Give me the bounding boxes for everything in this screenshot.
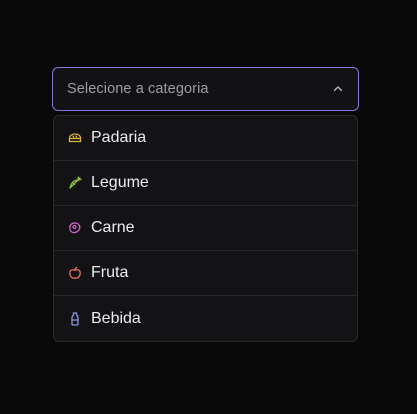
category-select[interactable]: Selecione a categoria <box>52 67 359 111</box>
option-bebida[interactable]: Bebida <box>54 296 357 341</box>
meat-icon <box>67 220 83 236</box>
option-padaria[interactable]: Padaria <box>54 116 357 161</box>
bottle-icon <box>67 311 83 327</box>
chevron-up-icon <box>332 83 344 95</box>
option-label: Carne <box>91 219 135 236</box>
apple-icon <box>67 265 83 281</box>
option-legume[interactable]: Legume <box>54 161 357 206</box>
option-fruta[interactable]: Fruta <box>54 251 357 296</box>
category-dropdown-list: Padaria Legume Carne Fruta Bebida <box>53 115 358 342</box>
option-label: Fruta <box>91 264 129 281</box>
option-label: Padaria <box>91 129 147 146</box>
option-label: Bebida <box>91 309 141 327</box>
option-carne[interactable]: Carne <box>54 206 357 251</box>
select-placeholder: Selecione a categoria <box>67 81 209 97</box>
carrot-icon <box>67 175 83 191</box>
bread-icon <box>67 130 83 146</box>
option-label: Legume <box>91 174 149 191</box>
